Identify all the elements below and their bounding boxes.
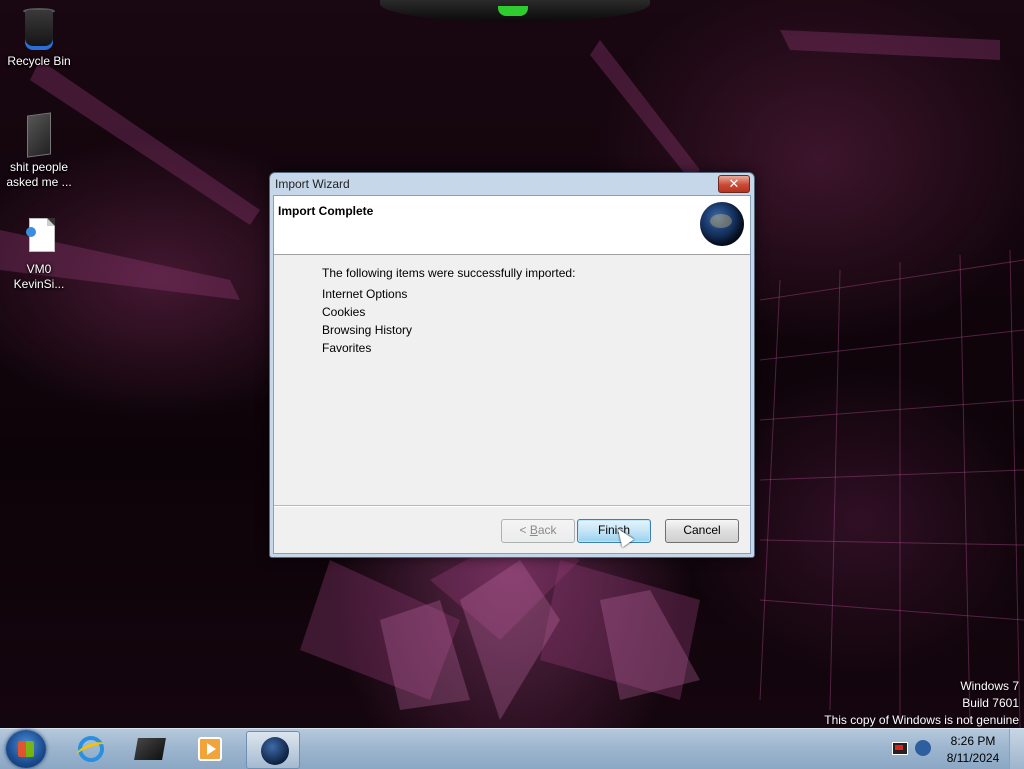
watermark-build: Build 7601 [962,696,1019,710]
desktop-icon-label: Recycle Bin [7,54,71,68]
imported-item: Cookies [322,305,366,319]
document-icon [19,214,59,260]
footer-separator [274,505,750,507]
action-center-flag-icon[interactable] [892,742,908,755]
taskbar-media-player[interactable] [184,731,236,767]
show-desktop-button[interactable] [1009,729,1024,769]
dialog-header: Import Complete [274,196,750,255]
taskbar-active-globe-app[interactable] [246,731,300,769]
taskbar-internet-explorer[interactable] [64,731,116,767]
taskbar-clock[interactable]: 8:26 PM 8/11/2024 [938,733,1008,767]
desktop-icon-label: shit people asked me ... [6,160,72,189]
back-button-prefix: < [519,523,530,537]
watermark-genuine-notice: This copy of Windows is not genuine [824,713,1019,727]
back-button-accelerator: B [529,523,538,537]
gadget-led [498,6,528,16]
cancel-button[interactable]: Cancel [665,519,739,543]
recycle-bin-icon [19,6,59,52]
imported-item: Browsing History [322,323,413,337]
dialog-client-area: Import Complete The following items were… [273,195,751,554]
clock-date: 8/11/2024 [946,751,1000,765]
globe-icon [700,202,744,246]
import-summary-intro: The following items were successfully im… [322,266,576,280]
back-button-label: ack [537,523,557,537]
folder-icon [19,112,59,158]
desktop-icon-folder[interactable]: shit people asked me ... [0,112,78,190]
media-player-icon [198,737,222,761]
windows-watermark: Windows 7 Build 7601 This copy of Window… [824,678,1019,729]
desktop-icon-document[interactable]: VM0 KevinSi... [0,214,78,292]
desktop-icon-label: VM0 KevinSi... [13,262,65,291]
close-button[interactable]: ✕ [718,175,750,193]
desktop-icon-recycle-bin[interactable]: Recycle Bin [0,6,78,69]
import-summary: The following items were successfully im… [322,266,575,357]
clock-time: 8:26 PM [950,734,996,748]
network-icon[interactable] [915,740,931,756]
windows-start-icon[interactable] [6,730,46,768]
watermark-os: Windows 7 [960,679,1019,693]
imported-item: Favorites [322,341,372,355]
globe-app-icon [261,737,289,765]
taskbar-box-app[interactable] [124,731,176,767]
dialog-title: Import Wizard [275,177,350,191]
back-button[interactable]: < Back [501,519,575,543]
box-app-icon [134,738,166,760]
dialog-header-title: Import Complete [278,204,374,218]
internet-explorer-icon [78,736,104,762]
taskbar: 8:26 PM 8/11/2024 [0,728,1024,769]
imported-item: Internet Options [322,287,408,301]
import-wizard-dialog: Import Wizard ✕ Import Complete The foll… [269,172,755,558]
dialog-titlebar[interactable]: Import Wizard ✕ [270,173,754,195]
